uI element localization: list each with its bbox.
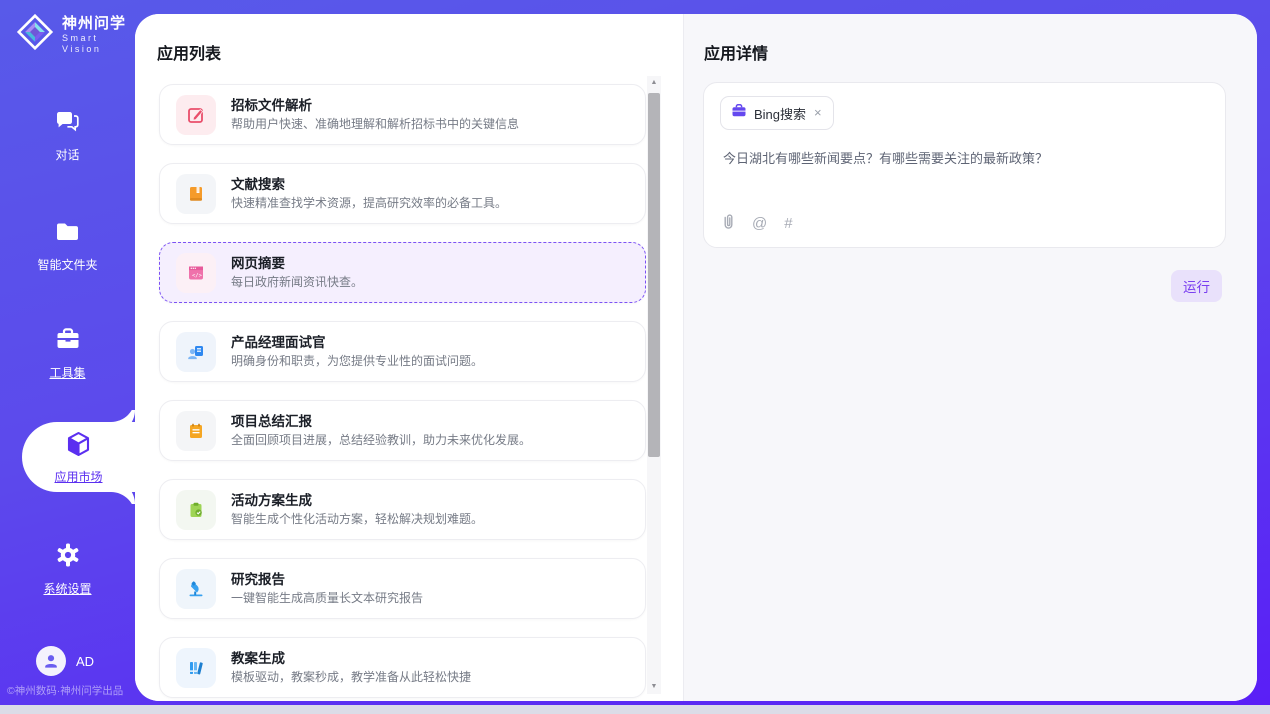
app-desc: 每日政府新闻资讯快查。 — [231, 273, 363, 291]
app-desc: 一键智能生成高质量长文本研究报告 — [231, 589, 423, 607]
app-desc: 快速精准查找学术资源，提高研究效率的必备工具。 — [231, 194, 507, 212]
books-icon — [176, 648, 216, 688]
main-content: 应用列表 招标文件解析 帮助用户快速、准确地理解和解析招标书中的关键信息 — [135, 14, 1257, 701]
app-list-title: 应用列表 — [157, 40, 221, 64]
folder-icon — [54, 220, 81, 249]
app-list-scrollbar[interactable]: ▲ ▼ — [647, 76, 661, 694]
app-card-tender-analysis[interactable]: 招标文件解析 帮助用户快速、准确地理解和解析招标书中的关键信息 — [159, 84, 646, 145]
mention-icon[interactable]: @ — [752, 216, 767, 232]
avatar — [36, 646, 66, 676]
tool-chip-bing-search: Bing搜索 × — [720, 96, 834, 130]
svg-text:</>: </> — [192, 273, 203, 279]
app-list: 招标文件解析 帮助用户快速、准确地理解和解析招标书中的关键信息 文献搜索 快速精… — [159, 84, 646, 701]
sidebar-item-label: 工具集 — [49, 364, 85, 381]
cube-icon — [65, 430, 92, 463]
app-name: 网页摘要 — [231, 254, 363, 273]
app-desc: 模板驱动，教案秒成，教学准备从此轻松快捷 — [231, 668, 471, 686]
app-desc: 智能生成个性化活动方案，轻松解决规划难题。 — [231, 510, 483, 528]
brand-name: 神州问学 — [62, 15, 135, 33]
hash-icon[interactable]: # — [784, 216, 792, 232]
input-toolbar: @ # — [722, 213, 793, 234]
app-card-lesson-plan[interactable]: 教案生成 模板驱动，教案秒成，教学准备从此轻松快捷 — [159, 637, 646, 698]
book-icon — [176, 174, 216, 214]
interviewer-icon — [176, 332, 216, 372]
brand-subtitle: Smart Vision — [62, 33, 135, 55]
sidebar-item-settings[interactable]: 系统设置 — [0, 542, 135, 597]
user-name: AD — [76, 654, 94, 669]
app-desc: 全面回顾项目进展，总结经验教训，助力未来优化发展。 — [231, 431, 531, 449]
app-name: 文献搜索 — [231, 175, 507, 194]
clipboard-check-icon — [176, 490, 216, 530]
microscope-icon — [176, 569, 216, 609]
app-name: 研究报告 — [231, 570, 423, 589]
attachment-icon[interactable] — [722, 213, 735, 234]
notepad-icon — [176, 411, 216, 451]
app-name: 产品经理面试官 — [231, 333, 483, 352]
app-card-research-report[interactable]: 研究报告 一键智能生成高质量长文本研究报告 — [159, 558, 646, 619]
app-card-pm-interviewer[interactable]: 产品经理面试官 明确身份和职责，为您提供专业性的面试问题。 — [159, 321, 646, 382]
scrollbar-thumb[interactable] — [648, 93, 660, 457]
edit-document-icon — [176, 95, 216, 135]
sidebar-item-label: 系统设置 — [43, 580, 91, 597]
sidebar-item-label: 应用市场 — [54, 468, 102, 485]
close-icon[interactable]: × — [813, 107, 823, 119]
web-page-icon: </> — [176, 253, 216, 293]
app-name: 活动方案生成 — [231, 491, 483, 510]
gear-icon — [55, 542, 81, 573]
app-card-literature-search[interactable]: 文献搜索 快速精准查找学术资源，提高研究效率的必备工具。 — [159, 163, 646, 224]
briefcase-icon — [731, 103, 747, 123]
sidebar-item-app-market[interactable]: 应用市场 — [22, 422, 135, 492]
scroll-up-icon[interactable]: ▲ — [647, 76, 661, 90]
toolbox-icon — [54, 326, 82, 357]
user-account[interactable]: AD — [36, 646, 94, 676]
prompt-input[interactable]: 今日湖北有哪些新闻要点？有哪些需要关注的最新政策？ — [723, 149, 1203, 168]
app-name: 教案生成 — [231, 649, 471, 668]
run-button[interactable]: 运行 — [1171, 270, 1222, 302]
sidebar: 神州问学 Smart Vision 对话 智能文件夹 工具集 — [0, 0, 135, 714]
app-list-panel: 应用列表 招标文件解析 帮助用户快速、准确地理解和解析招标书中的关键信息 — [135, 14, 683, 701]
sidebar-item-chat[interactable]: 对话 — [0, 108, 135, 163]
prompt-card: Bing搜索 × 今日湖北有哪些新闻要点？有哪些需要关注的最新政策？ @ # — [703, 82, 1226, 248]
app-name: 招标文件解析 — [231, 96, 519, 115]
copyright-text: ©神州数码·神州问学出品 — [7, 683, 135, 698]
brand-diamond-icon — [16, 13, 54, 56]
tool-chip-label: Bing搜索 — [754, 104, 806, 123]
bottom-edge — [0, 705, 1270, 714]
app-card-project-summary[interactable]: 项目总结汇报 全面回顾项目进展，总结经验教训，助力未来优化发展。 — [159, 400, 646, 461]
app-detail-panel: 应用详情 Bing搜索 × 今日湖北有哪些新闻要点？有哪些需要关注的最新政策？ — [683, 14, 1257, 701]
sidebar-item-smart-folder[interactable]: 智能文件夹 — [0, 220, 135, 273]
app-card-web-summary[interactable]: </> 网页摘要 每日政府新闻资讯快查。 — [159, 242, 646, 303]
app-name: 项目总结汇报 — [231, 412, 531, 431]
app-card-event-plan[interactable]: 活动方案生成 智能生成个性化活动方案，轻松解决规划难题。 — [159, 479, 646, 540]
app-desc: 明确身份和职责，为您提供专业性的面试问题。 — [231, 352, 483, 370]
app-desc: 帮助用户快速、准确地理解和解析招标书中的关键信息 — [231, 115, 519, 133]
brand-logo: 神州问学 Smart Vision — [16, 13, 135, 56]
scroll-down-icon[interactable]: ▼ — [647, 680, 661, 694]
sidebar-item-label: 对话 — [55, 146, 79, 163]
sidebar-item-label: 智能文件夹 — [37, 256, 97, 273]
chat-icon — [54, 108, 81, 139]
app-detail-title: 应用详情 — [704, 40, 768, 64]
sidebar-item-toolset[interactable]: 工具集 — [0, 326, 135, 381]
